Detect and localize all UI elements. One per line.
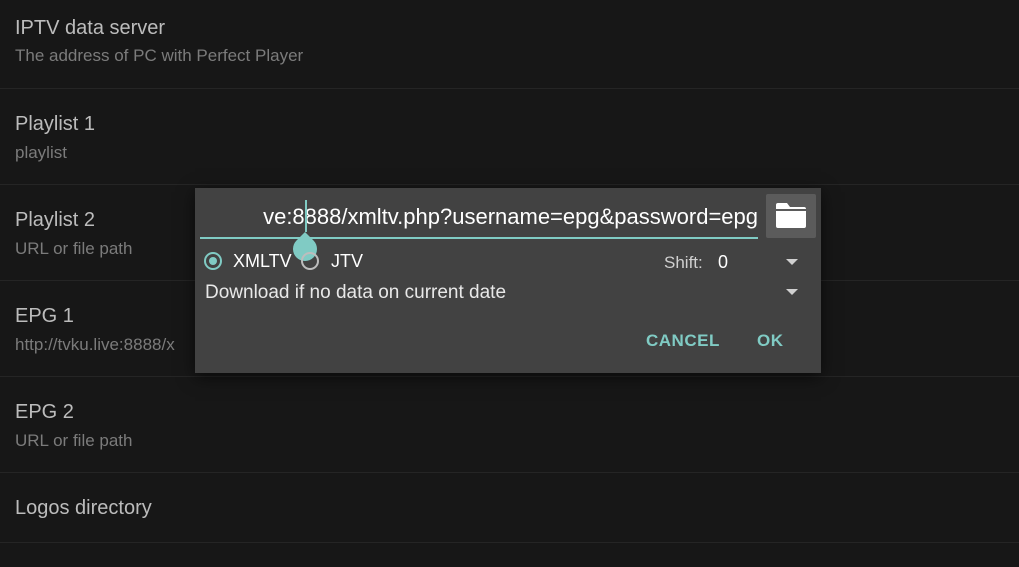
radio-jtv[interactable] <box>301 252 319 270</box>
chevron-down-icon[interactable] <box>786 289 798 295</box>
radio-selected-dot <box>209 257 217 265</box>
cancel-button[interactable]: CANCEL <box>646 331 720 351</box>
epg-dialog: ve:8888/xmltv.php?username=epg&password=… <box>195 188 821 373</box>
radio-xmltv[interactable] <box>204 252 222 270</box>
url-input-value: ve:8888/xmltv.php?username=epg&password=… <box>263 204 758 229</box>
chevron-down-icon[interactable] <box>786 259 798 265</box>
radio-xmltv-label[interactable]: XMLTV <box>233 251 292 272</box>
browse-folder-button[interactable] <box>766 194 816 238</box>
url-input[interactable]: ve:8888/xmltv.php?username=epg&password=… <box>200 196 758 238</box>
url-input-underline <box>200 237 758 239</box>
radio-jtv-label[interactable]: JTV <box>331 251 363 272</box>
shift-value[interactable]: 0 <box>718 252 728 273</box>
text-cursor <box>305 200 307 232</box>
folder-icon <box>776 203 806 228</box>
shift-label: Shift: <box>664 253 703 272</box>
ok-button[interactable]: OK <box>757 331 784 351</box>
download-mode-select[interactable]: Download if no data on current date <box>205 282 506 304</box>
